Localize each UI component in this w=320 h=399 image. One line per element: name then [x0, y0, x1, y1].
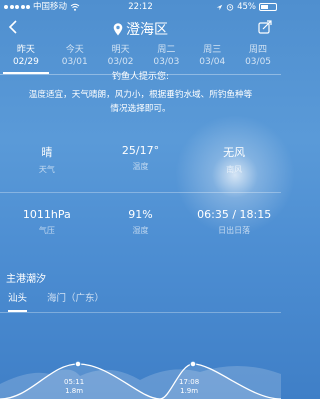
- status-right: 45%: [216, 0, 277, 14]
- day-date: 03/01: [61, 57, 88, 67]
- page-title[interactable]: 澄海区: [0, 19, 281, 39]
- divider: [0, 312, 281, 313]
- weather-value: 06:35 / 18:15: [197, 208, 272, 221]
- tide-chart: 05:11 1.8m 17:08 1.9m: [0, 314, 282, 399]
- weather-cell-condition: 晴 天气: [0, 130, 94, 194]
- day-date: 03/05: [245, 57, 272, 67]
- weather-grid: 晴 天气 25/17° 温度 无风 南风 1011hPa 气压 91% 湿度 0…: [0, 130, 281, 258]
- weather-cell-wind: 无风 南风: [187, 130, 281, 194]
- tide-port-tabs: 汕头 海门（广东）: [0, 290, 281, 312]
- day-name: 周三: [203, 45, 222, 55]
- weather-cell-sun-times: 06:35 / 18:15 日出日落: [187, 194, 281, 258]
- location-name: 澄海区: [126, 22, 168, 38]
- tide-peak-height: 1.9m: [180, 387, 199, 395]
- weather-label: 温度: [132, 162, 149, 171]
- tide-section-title: 主港潮汐: [6, 274, 46, 285]
- battery-icon: [259, 3, 277, 11]
- status-bar: 中国移动 22:12 45%: [0, 0, 281, 14]
- weather-cell-pressure: 1011hPa 气压: [0, 194, 94, 258]
- day-name: 今天: [65, 45, 84, 55]
- tide-peak-height: 1.8m: [65, 387, 84, 395]
- weather-label: 气压: [38, 226, 55, 235]
- tide-curve: [0, 360, 282, 399]
- weather-cell-temperature: 25/17° 温度: [94, 130, 188, 194]
- divider: [0, 192, 281, 193]
- weather-label: 湿度: [132, 226, 149, 235]
- share-button[interactable]: [258, 19, 273, 38]
- battery-percent: 45%: [237, 2, 256, 12]
- share-icon: [258, 20, 272, 34]
- alarm-icon: [226, 4, 234, 11]
- header: 澄海区: [0, 16, 281, 42]
- day-name: 周二: [157, 45, 176, 55]
- location-arrow-icon: [216, 4, 223, 10]
- day-date: 03/04: [199, 57, 226, 67]
- weather-row: 晴 天气 25/17° 温度 无风 南风: [0, 130, 281, 194]
- day-name: 昨天: [16, 45, 35, 55]
- weather-label: 南风: [226, 165, 243, 174]
- tide-peak-1: 05:11 1.8m: [64, 378, 84, 396]
- weather-value: 晴: [41, 146, 53, 159]
- day-name: 明天: [111, 45, 130, 55]
- tide-peak-time: 17:08: [179, 378, 200, 386]
- day-date: 02/29: [12, 57, 39, 67]
- weather-value: 无风: [223, 146, 246, 159]
- day-date: 03/02: [107, 57, 134, 67]
- weather-label: 天气: [38, 165, 55, 174]
- tab-shantou[interactable]: 汕头: [8, 290, 28, 312]
- tide-peak-time: 05:11: [64, 378, 85, 386]
- day-name: 周四: [249, 45, 268, 55]
- weather-value: 25/17°: [121, 144, 160, 157]
- day-date: 03/03: [153, 57, 180, 67]
- location-pin-icon: [113, 23, 123, 36]
- tips-title: 钓鱼人提示您:: [111, 72, 170, 82]
- weather-label: 日出日落: [218, 226, 251, 235]
- weather-value: 91%: [128, 208, 153, 221]
- weather-row: 1011hPa 气压 91% 湿度 06:35 / 18:15 日出日落: [0, 194, 281, 258]
- tab-haimen[interactable]: 海门（广东）: [47, 290, 104, 312]
- weather-cell-humidity: 91% 湿度: [94, 194, 188, 258]
- weather-value: 1011hPa: [22, 208, 71, 221]
- tide-peak-2: 17:08 1.9m: [179, 378, 199, 396]
